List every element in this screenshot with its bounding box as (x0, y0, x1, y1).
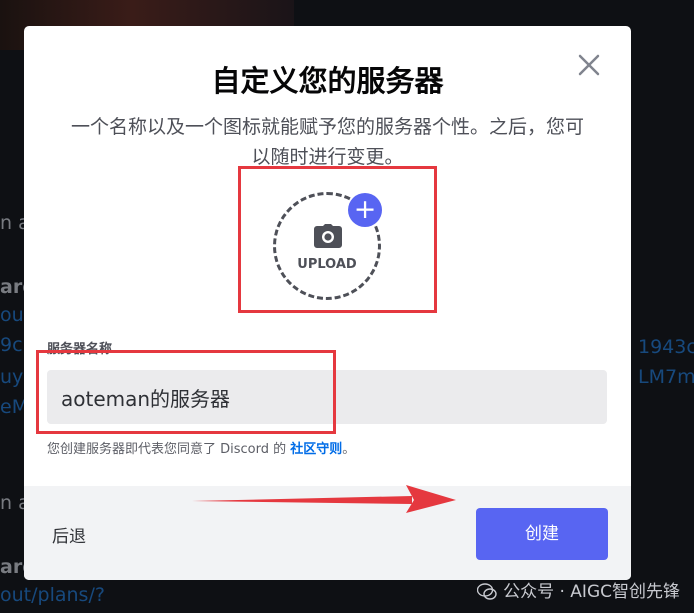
modal-title: 自定义您的服务器 (211, 64, 444, 98)
community-guidelines-link[interactable]: 社区守则 (290, 442, 342, 457)
wechat-icon (477, 583, 497, 600)
camera-icon (314, 224, 342, 248)
back-button[interactable]: 后退 (52, 522, 86, 547)
close-icon[interactable] (576, 52, 602, 78)
bg-link: uy (0, 366, 24, 388)
watermark-text: 公众号 · AIGC智创先锋 (503, 582, 680, 602)
add-icon[interactable]: + (348, 193, 382, 227)
server-name-label: 服务器名称 (47, 342, 113, 357)
server-name-input[interactable] (47, 370, 607, 424)
create-button[interactable]: 创建 (476, 508, 608, 560)
terms-notice: 您创建服务器即代表您同意了 Discord 的 社区守则。 (47, 438, 355, 457)
bg-link: 9c (0, 334, 23, 356)
bg-link: 1943c (638, 336, 694, 358)
watermark: 公众号 · AIGC智创先锋 (477, 577, 680, 602)
terms-text: 您创建服务器即代表您同意了 Discord 的 (47, 442, 291, 457)
bg-link: out/plans/? (0, 584, 105, 606)
upload-label: UPLOAD (297, 257, 357, 272)
bg-link: LM7m (638, 366, 694, 388)
annotation-arrow-icon (192, 485, 456, 513)
terms-end: 。 (342, 442, 356, 457)
modal-description: 一个名称以及一个图标就能赋予您的服务器个性。之后，您可以随时进行变更。 (70, 116, 584, 168)
